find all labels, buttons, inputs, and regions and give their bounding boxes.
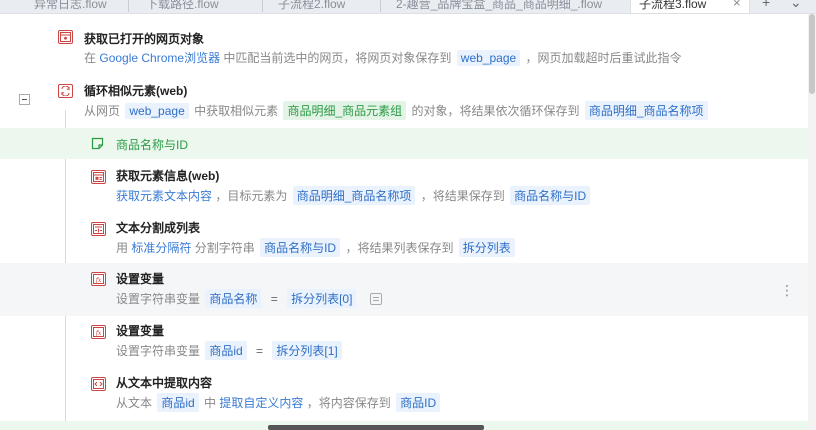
tab-download-path[interactable]: 下载路径.flow bbox=[146, 0, 219, 13]
element-info-icon bbox=[91, 170, 106, 184]
loop-icon bbox=[58, 84, 73, 98]
extract-icon bbox=[91, 377, 106, 391]
variable-icon: fx bbox=[91, 325, 106, 339]
var-chip[interactable]: 商品名称与ID bbox=[260, 238, 341, 257]
var-chip[interactable]: web_page bbox=[456, 50, 521, 66]
var-chip[interactable]: 商品明细_商品名称项 bbox=[584, 101, 708, 120]
step-description: 从网页 web_page 中获取相似元素 商品明细_商品元素组 的对象，将结果依… bbox=[84, 101, 710, 120]
step-description: 获取元素文本内容 ，目标元素为 商品明细_商品名称项 ，将结果保存到 商品名称与… bbox=[116, 186, 592, 205]
action-keyword[interactable]: 提取自定义内容 bbox=[219, 396, 303, 410]
var-chip[interactable]: web_page bbox=[125, 103, 189, 119]
more-options-icon[interactable]: ⋮ bbox=[780, 283, 794, 297]
tab-exception-log[interactable]: 异常日志.flow bbox=[34, 0, 107, 13]
action-keyword[interactable]: 获取元素文本内容 bbox=[116, 189, 212, 203]
expression-chip[interactable]: 拆分列表[1] bbox=[272, 341, 342, 360]
tab-brand-box-flow[interactable]: 2-趣营_品牌宝盒_商品_商品明细_.flow bbox=[396, 0, 616, 13]
expression-chip[interactable]: 拆分列表[0] bbox=[287, 289, 357, 308]
tab-subflow-3[interactable]: 子流程3.flow bbox=[630, 0, 750, 13]
svg-text:fx: fx bbox=[95, 277, 102, 284]
step-title: 设置变量 bbox=[116, 324, 165, 338]
tab-separator bbox=[128, 0, 129, 12]
tab-subflow-2[interactable]: 子流程2.flow bbox=[278, 0, 345, 13]
var-chip[interactable]: 商品名称 bbox=[205, 289, 262, 308]
step-extract-from-text[interactable]: 从文本中提取内容 从文本 商品id 中 提取自定义内容 ，将内容保存到 商品ID bbox=[0, 371, 812, 419]
step-description: 从文本 商品id 中 提取自定义内容 ，将内容保存到 商品ID bbox=[116, 393, 442, 412]
step-set-variable-product-id[interactable]: fx 设置变量 设置字符串变量 商品id = 拆分列表[1] bbox=[0, 319, 812, 367]
step-set-variable-product-name[interactable]: fx 设置变量 设置字符串变量 商品名称 = 拆分列表[0] bbox=[0, 263, 812, 316]
vertical-scroll-thumb[interactable] bbox=[809, 14, 815, 94]
step-title: 商品名称与ID bbox=[116, 138, 189, 152]
tab-close-icon[interactable]: × bbox=[733, 0, 741, 10]
var-chip[interactable]: 商品id bbox=[205, 341, 247, 360]
add-tab-icon[interactable]: + bbox=[762, 0, 770, 10]
element-chip[interactable]: 商品明细_商品元素组 bbox=[283, 101, 407, 120]
step-split-text-to-list[interactable]: 文本分割成列表 用 标准分隔符 分割字符串 商品名称与ID ，将结果列表保存到 … bbox=[0, 216, 812, 264]
var-chip[interactable]: 商品名称与ID bbox=[510, 186, 591, 205]
step-get-opened-webpage[interactable]: 获取已打开的网页对象 在 Google Chrome浏览器 中匹配当前选中的网页… bbox=[0, 26, 812, 70]
split-text-icon bbox=[91, 222, 106, 236]
step-description: 设置字符串变量 商品id = 拆分列表[1] bbox=[116, 341, 344, 360]
step-title: 文本分割成列表 bbox=[116, 221, 201, 235]
horizontal-scroll-thumb[interactable] bbox=[268, 425, 484, 430]
tab-list-icon[interactable]: ⌄ bbox=[790, 0, 802, 11]
variable-icon: fx bbox=[91, 272, 106, 286]
var-chip[interactable]: 商品明细_商品名称项 bbox=[292, 186, 416, 205]
step-description: 用 标准分隔符 分割字符串 商品名称与ID ，将结果列表保存到 拆分列表 bbox=[116, 238, 517, 257]
note-icon bbox=[91, 137, 104, 150]
browser-name[interactable]: Google Chrome浏览器 bbox=[99, 51, 220, 65]
browser-icon bbox=[58, 30, 73, 44]
step-title: 设置变量 bbox=[116, 272, 165, 286]
step-title: 获取已打开的网页对象 bbox=[84, 32, 205, 46]
step-title: 循环相似元素(web) bbox=[84, 84, 188, 98]
tab-separator bbox=[380, 0, 381, 12]
action-keyword[interactable]: 标准分隔符 bbox=[131, 241, 191, 255]
var-chip[interactable]: 商品ID bbox=[396, 393, 441, 412]
string-type-icon bbox=[369, 293, 382, 305]
svg-text:fx: fx bbox=[95, 330, 102, 337]
step-get-element-info[interactable]: 获取元素信息(web) 获取元素文本内容 ，目标元素为 商品明细_商品名称项 ，… bbox=[0, 164, 812, 212]
editor-tab-bar: 异常日志.flow 下载路径.flow 子流程2.flow 2-趣营_品牌宝盒_… bbox=[0, 0, 816, 14]
step-description: 设置字符串变量 商品名称 = 拆分列表[0] bbox=[116, 289, 382, 308]
step-title: 获取元素信息(web) bbox=[116, 169, 220, 183]
tab-separator bbox=[262, 0, 263, 12]
var-chip[interactable]: 商品id bbox=[157, 393, 199, 412]
step-description: 在 Google Chrome浏览器 中匹配当前选中的网页，将网页对象保存到 w… bbox=[84, 50, 682, 66]
step-comment-product-name-id[interactable]: 商品名称与ID bbox=[0, 128, 812, 159]
step-loop-similar-elements[interactable]: 循环相似元素(web) 从网页 web_page 中获取相似元素 商品明细_商品… bbox=[0, 80, 812, 124]
var-chip[interactable]: 拆分列表 bbox=[458, 238, 515, 257]
flow-editor: 获取已打开的网页对象 在 Google Chrome浏览器 中匹配当前选中的网页… bbox=[0, 14, 816, 430]
step-title: 从文本中提取内容 bbox=[116, 376, 213, 390]
